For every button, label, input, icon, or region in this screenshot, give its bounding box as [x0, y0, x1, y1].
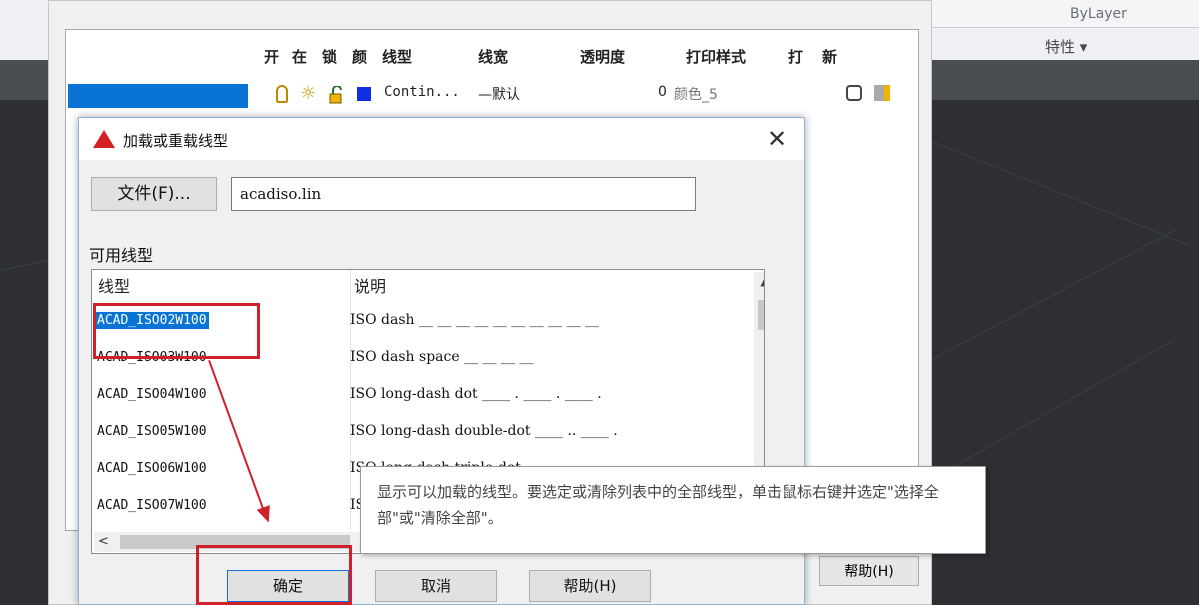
properties-menu[interactable]: 特性 ▾: [1045, 36, 1087, 57]
layer-headers: 开 在 锁 颜 线型 线宽 透明度 打印样式 打 新: [66, 46, 916, 70]
col-on[interactable]: 开: [264, 46, 279, 67]
linetype-name: ACAD_ISO05W100: [97, 424, 207, 439]
col-transparency[interactable]: 透明度: [580, 46, 625, 67]
col-plot[interactable]: 打: [788, 46, 803, 67]
file-button[interactable]: 文件(F)...: [91, 177, 217, 211]
linetype-name: ACAD_ISO07W100: [97, 498, 207, 513]
layer-plot-style[interactable]: 颜色_5: [674, 84, 718, 104]
col-color[interactable]: 颜: [352, 46, 367, 67]
col-header-linetype[interactable]: 线型: [98, 270, 131, 304]
linetype-name: ACAD_ISO06W100: [97, 461, 207, 476]
layer-help-button[interactable]: 帮助(H): [819, 556, 919, 586]
layer-lineweight[interactable]: —默认: [478, 84, 520, 104]
linetype-desc: ISO dash __ __ __ __ __ __ __ __ __ __: [350, 312, 600, 328]
highlight-selected-row: [93, 303, 260, 359]
layer-transparency[interactable]: 0: [658, 84, 667, 100]
col-lineweight[interactable]: 线宽: [478, 46, 508, 67]
close-button[interactable]: ✕: [759, 124, 795, 154]
col-plot-style[interactable]: 打印样式: [686, 46, 746, 67]
help-button[interactable]: 帮助(H): [529, 570, 651, 602]
file-path-field[interactable]: acadiso.lin: [231, 177, 696, 211]
dialog-title: 加载或重载线型: [123, 132, 229, 150]
bylayer-field[interactable]: ByLayer: [930, 0, 1199, 28]
col-freeze[interactable]: 在: [292, 46, 307, 67]
tooltip: 显示可以加载的线型。要选定或清除列表中的全部线型，单击鼠标右键并选定"选择全部"…: [360, 466, 986, 554]
printer-icon[interactable]: [846, 85, 862, 101]
highlight-ok-button: [196, 545, 352, 605]
col-header-description[interactable]: 说明: [354, 270, 387, 304]
list-item[interactable]: ACAD_ISO04W100 ISO long-dash dot ____ . …: [92, 382, 752, 410]
linetype-name: ACAD_ISO04W100: [97, 387, 207, 402]
linetype-desc: ISO long-dash double-dot ____ .. ____ .: [350, 423, 618, 439]
linetype-desc: ISO long-dash dot ____ . ____ . ____ .: [350, 386, 602, 402]
autocad-logo-icon: [93, 130, 115, 148]
scroll-thumb[interactable]: [758, 300, 764, 330]
col-lock[interactable]: 锁: [322, 46, 337, 67]
cancel-button[interactable]: 取消: [375, 570, 497, 602]
scroll-up-icon[interactable]: ▲: [756, 274, 764, 294]
available-linetypes-label: 可用线型: [89, 246, 154, 265]
col-linetype[interactable]: 线型: [382, 46, 412, 67]
scroll-left-icon[interactable]: <: [98, 532, 116, 552]
layer-linetype[interactable]: Contin...: [384, 84, 460, 100]
col-new-vp-freeze[interactable]: 新: [822, 46, 837, 67]
linetype-desc: ISO dash space __ __ __ __: [350, 349, 534, 365]
viewport-freeze-icon[interactable]: [874, 85, 890, 101]
layer-row[interactable]: Contin... —默认 0 颜色_5: [66, 82, 916, 108]
list-item[interactable]: ACAD_ISO05W100 ISO long-dash double-dot …: [92, 419, 752, 447]
dialog-titlebar[interactable]: 加载或重载线型 ✕: [79, 118, 804, 160]
